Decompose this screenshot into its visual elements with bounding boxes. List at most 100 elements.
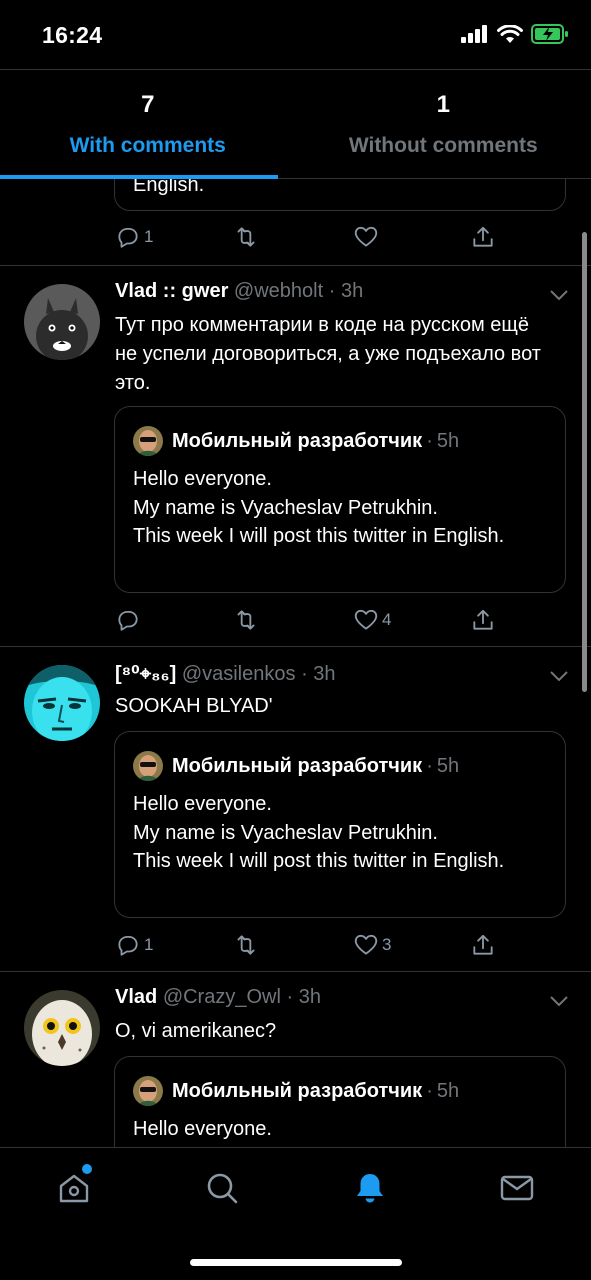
quoted-tweet[interactable]: English.: [114, 179, 566, 211]
tab-without-comments-count: 1: [436, 91, 450, 118]
retweet-icon: [237, 610, 255, 630]
status-bar: 16:24: [0, 0, 591, 70]
tab-bar: 7 With comments 1 Without comments: [0, 71, 591, 179]
quoted-tweet-text: Hello everyone. My name is Vyacheslav Pe…: [133, 793, 505, 872]
retweet-button[interactable]: [233, 605, 262, 635]
cyan-face-avatar-image: [24, 665, 100, 741]
share-button[interactable]: [470, 605, 496, 635]
username[interactable]: @Crazy_Owl: [163, 986, 281, 1008]
tweet-time: 3h: [298, 986, 321, 1008]
quoted-tweet-text: Hello everyone. My name is Vyacheslav Pe…: [133, 468, 505, 547]
man-avatar-image: [133, 751, 163, 781]
quoted-tweet[interactable]: Мобильный разработчик · 5h Hello everyon…: [114, 1056, 566, 1147]
wifi-icon: [497, 24, 523, 43]
share-button[interactable]: [470, 930, 496, 960]
quoted-tweet-time: 5h: [436, 429, 460, 452]
tweet-item[interactable]: Vlad :: gwer @webholt · 3h Тут про комме…: [0, 266, 591, 647]
tweet-actions: 1: [115, 222, 555, 252]
home-indicator[interactable]: [190, 1259, 402, 1266]
username[interactable]: @webholt: [234, 280, 323, 302]
new-content-dot: [82, 1164, 92, 1174]
quoted-tweet-header: Мобильный разработчик · 5h: [133, 750, 459, 782]
nav-messages[interactable]: [499, 1170, 535, 1206]
tab-with-comments-label: With comments: [69, 134, 226, 157]
scrollbar[interactable]: [582, 232, 587, 692]
tweet-header: [⁸⁰⌖₈₆] @vasilenkos · 3h: [115, 663, 336, 685]
display-name[interactable]: Vlad: [115, 986, 157, 1008]
quoted-display-name: Мобильный разработчик: [172, 1079, 423, 1102]
tweet-time: 3h: [340, 280, 364, 302]
status-icons: [461, 24, 569, 44]
quoted-tweet-header: Мобильный разработчик · 5h: [133, 425, 459, 457]
reply-icon: [118, 227, 138, 248]
reply-icon: [118, 610, 138, 631]
reply-count: 1: [144, 935, 154, 954]
quoted-avatar: [133, 1076, 163, 1106]
share-icon: [473, 226, 493, 247]
tweet-partial[interactable]: English. 1: [0, 179, 591, 266]
retweet-button[interactable]: [233, 930, 262, 960]
avatar[interactable]: [24, 284, 100, 360]
chevron-down-icon[interactable]: [549, 289, 569, 301]
quoted-avatar: [133, 751, 163, 781]
like-count: 4: [382, 610, 392, 629]
avatar[interactable]: [24, 665, 100, 741]
nav-notifications[interactable]: [352, 1170, 388, 1206]
search-icon: [207, 1173, 238, 1204]
avatar[interactable]: [24, 990, 100, 1066]
tab-without-comments-label: Without comments: [348, 134, 538, 157]
home-icon: [59, 1174, 89, 1203]
like-count: 3: [382, 935, 392, 954]
tweet-text: SOOKAH BLYAD': [115, 695, 273, 717]
tab-with-comments-count: 7: [141, 91, 155, 118]
tweet-header: Vlad @Crazy_Owl · 3h: [115, 986, 321, 1008]
username[interactable]: @vasilenkos: [182, 663, 296, 685]
reply-button[interactable]: 1: [115, 930, 153, 960]
quoted-tweet[interactable]: Мобильный разработчик · 5h Hello everyon…: [114, 731, 566, 918]
chevron-down-icon[interactable]: [549, 995, 569, 1007]
tweet-actions: 4: [115, 605, 555, 635]
quoted-tweet-text: Hello everyone.: [133, 1118, 272, 1140]
quoted-tweet-header: Мобильный разработчик · 5h: [133, 1075, 459, 1107]
cellular-signal-icon: [461, 25, 487, 43]
status-time: 16:24: [42, 22, 103, 48]
retweet-icon: [237, 227, 255, 247]
reply-count: 1: [144, 227, 154, 246]
quoted-tweet[interactable]: Мобильный разработчик · 5h Hello everyon…: [114, 406, 566, 593]
quoted-tweet-time: 5h: [436, 754, 460, 777]
quoted-tweet-text: English.: [133, 179, 205, 196]
nav-home[interactable]: [56, 1164, 92, 1206]
retweet-icon: [237, 935, 255, 955]
reply-icon: [118, 935, 138, 956]
quoted-tweet-time: 5h: [436, 1079, 460, 1102]
chevron-down-icon[interactable]: [549, 670, 569, 682]
share-button[interactable]: [470, 222, 496, 252]
messages-envelope-icon: [500, 1175, 534, 1201]
display-name[interactable]: [⁸⁰⌖₈₆]: [115, 663, 176, 685]
like-button[interactable]: 4: [353, 605, 391, 635]
retweet-button[interactable]: [233, 222, 259, 252]
like-button[interactable]: 3: [353, 930, 391, 960]
display-name[interactable]: Vlad :: gwer: [115, 280, 228, 302]
tweet-header: Vlad :: gwer @webholt · 3h: [115, 280, 364, 302]
tweet-item[interactable]: [⁸⁰⌖₈₆] @vasilenkos · 3h SOOKAH BLYAD' М…: [0, 647, 591, 972]
tab-without-comments[interactable]: 1 Without comments: [296, 71, 591, 178]
tweet-text: O, vi amerikanec?: [115, 1020, 277, 1042]
reply-button[interactable]: 1: [115, 222, 153, 252]
heart-icon: [354, 609, 378, 630]
tweet-actions: 1 3: [115, 930, 555, 960]
tweet-time: 3h: [313, 663, 336, 685]
heart-icon: [354, 226, 378, 247]
battery-charging-icon: [531, 24, 568, 44]
owl-avatar-image: [24, 990, 100, 1066]
tab-with-comments[interactable]: 7 With comments: [0, 71, 296, 179]
share-icon: [473, 934, 493, 955]
reply-button[interactable]: [115, 605, 144, 635]
tweet-text: Тут про комментарии в коде на русском ещ…: [115, 314, 541, 394]
man-avatar-image: [133, 426, 163, 456]
nav-search[interactable]: [204, 1170, 240, 1206]
totoro-avatar-image: [24, 284, 100, 360]
like-button[interactable]: [353, 222, 379, 252]
tweet-item[interactable]: Vlad @Crazy_Owl · 3h O, vi amerikanec? М…: [0, 972, 591, 1147]
tweet-feed: English. 1 Vlad:: gwer @webholt · 3h Ту…: [0, 179, 591, 1147]
